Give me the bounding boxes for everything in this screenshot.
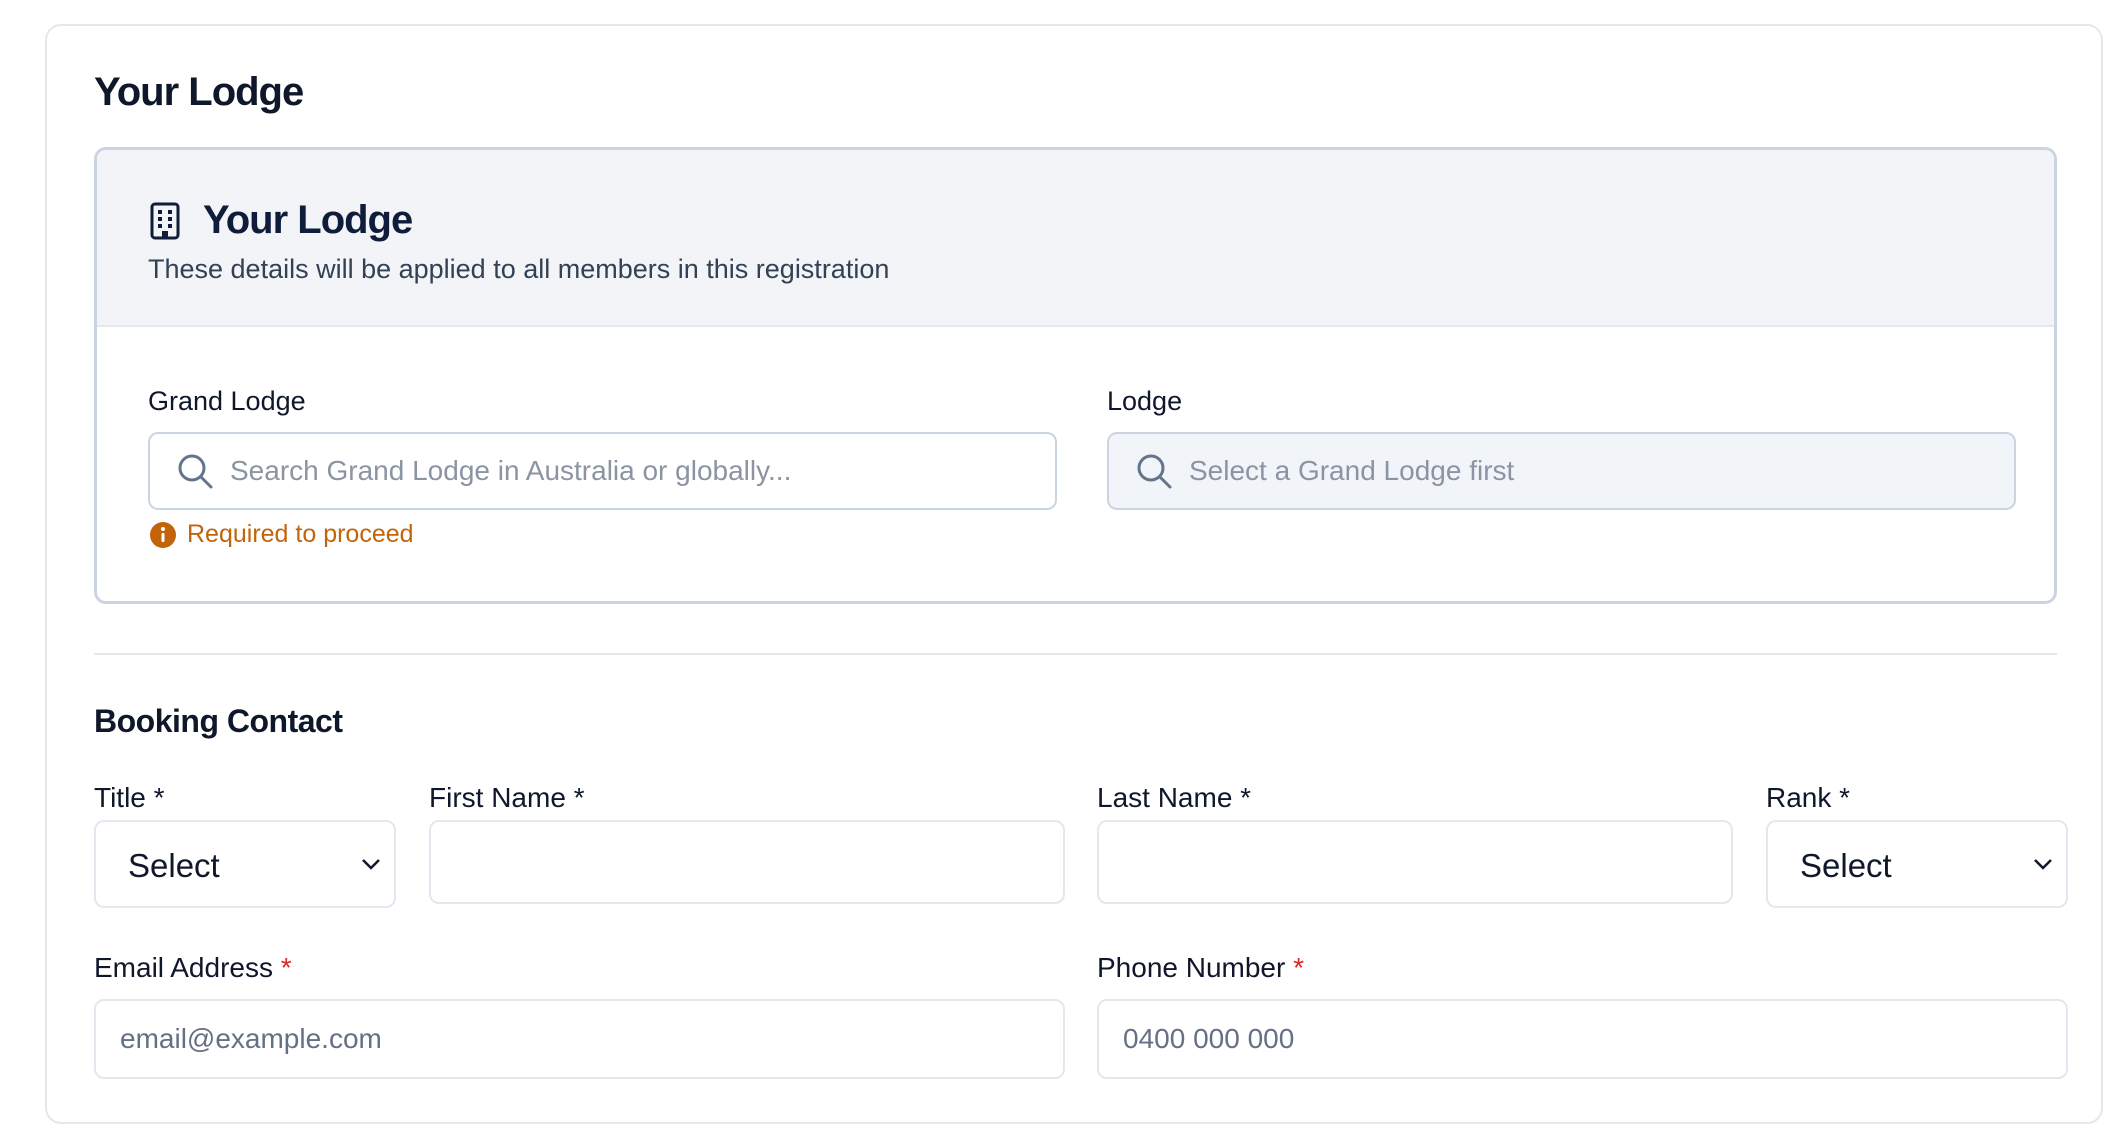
last-name-field[interactable] [1097, 820, 1733, 904]
title-select[interactable]: Select [94, 820, 396, 908]
grand-lodge-input[interactable] [230, 434, 1035, 508]
title-label: Title * [94, 782, 165, 813]
email-label: Email Address * [94, 952, 292, 984]
required-marker: * [280, 952, 292, 983]
lodge-label: Lodge [1107, 386, 1183, 416]
info-icon [150, 521, 176, 548]
grand-lodge-validation: Required to proceed [149, 520, 414, 549]
search-icon [1137, 454, 1172, 489]
section-divider [94, 653, 2057, 655]
first-name-field[interactable] [429, 820, 1065, 904]
phone-input[interactable] [1123, 1001, 2050, 1077]
validation-text: Required to proceed [187, 520, 414, 548]
chevron-down-icon [2034, 859, 2052, 870]
last-name-label: Last Name * [1097, 782, 1252, 813]
first-name-input[interactable] [455, 822, 1047, 902]
lodge-input[interactable] [1189, 434, 1994, 508]
chevron-down-icon [362, 859, 380, 870]
page-title: Your Lodge [94, 70, 304, 114]
rank-label: Rank * [1766, 782, 1851, 813]
rank-select-value: Select [1800, 847, 1892, 884]
lodge-panel-subtitle: These details will be applied to all mem… [148, 254, 890, 284]
rank-select[interactable]: Select [1766, 820, 2068, 908]
email-input[interactable] [120, 1001, 1047, 1077]
phone-label: Phone Number * [1097, 952, 1304, 984]
phone-field[interactable] [1097, 999, 2068, 1079]
email-field[interactable] [94, 999, 1065, 1079]
first-name-label: First Name * [429, 782, 585, 813]
email-label-text: Email Address [94, 952, 273, 983]
lodge-search-field[interactable] [1107, 432, 2016, 510]
phone-label-text: Phone Number [1097, 952, 1286, 983]
search-icon [178, 454, 213, 489]
building-icon [150, 202, 180, 240]
title-select-value: Select [128, 847, 220, 884]
lodge-panel: Your Lodge These details will be applied… [94, 147, 2057, 604]
required-marker: * [1293, 952, 1305, 983]
grand-lodge-label: Grand Lodge [148, 386, 306, 416]
lodge-panel-header: Your Lodge These details will be applied… [97, 150, 2054, 327]
lodge-panel-heading: Your Lodge [203, 198, 413, 242]
last-name-input[interactable] [1123, 822, 1715, 902]
booking-contact-title: Booking Contact [94, 703, 343, 739]
grand-lodge-search-field[interactable] [148, 432, 1057, 510]
